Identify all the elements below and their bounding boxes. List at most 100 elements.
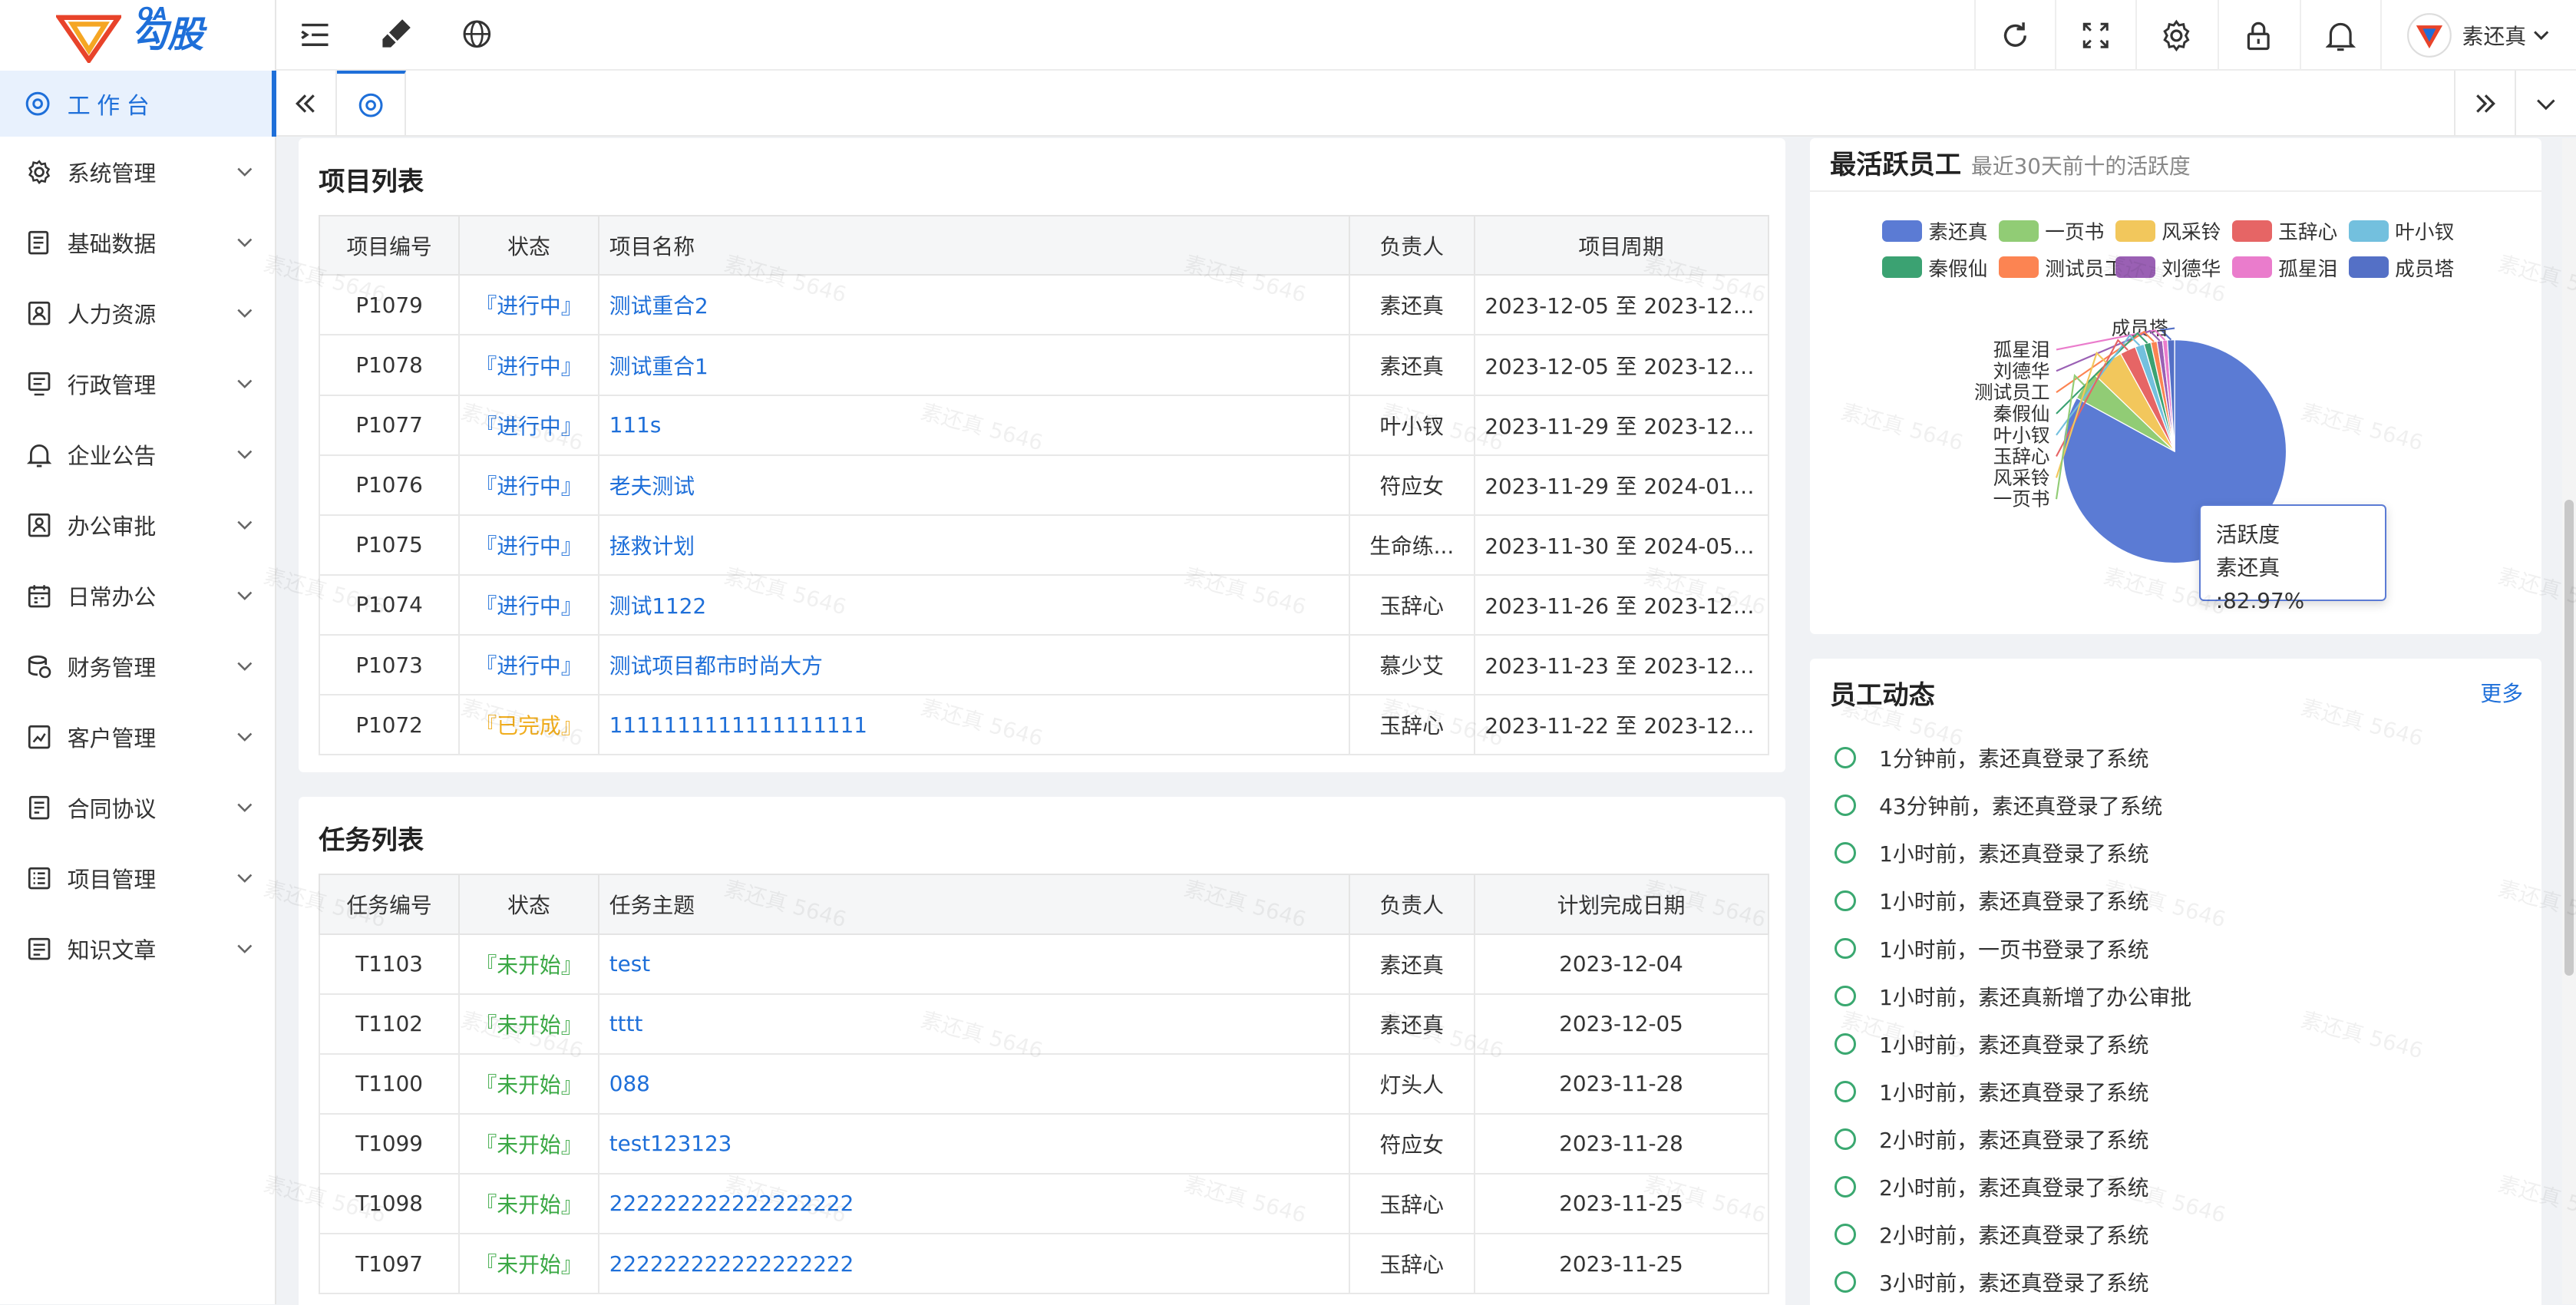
tabs-scroll-right-icon[interactable]	[2454, 71, 2515, 137]
table-row[interactable]: P1078 『进行中』 测试重合1 素还真 2023-12-05 至 2023-12-0…	[319, 334, 1769, 396]
finance-icon	[26, 653, 52, 679]
timeline-dot-icon	[1835, 1223, 1857, 1245]
sidebar-item-2[interactable]: 基础数据	[0, 207, 276, 278]
table-row[interactable]: P1076 『进行中』 老夫测试 符应女 2023-11-29 至 2024-01-06	[319, 454, 1769, 516]
table-row[interactable]: P1072 『已完成』 1111111111111111111 玉辞心 2023-11-…	[319, 694, 1769, 756]
column-header[interactable]: 负责人	[1348, 874, 1475, 935]
activity-item: 2小时前，素还真登录了系统	[1835, 1124, 2149, 1155]
task-subject-link[interactable]: test123123	[597, 1112, 1350, 1174]
sidebar-item-dashboard[interactable]: 工作台	[0, 71, 276, 137]
username: 素还真	[2462, 24, 2527, 49]
project-id: P1073	[319, 634, 461, 696]
activity-text: 3小时前，素还真登录了系统	[1879, 1270, 2149, 1296]
sidebar-item-label: 财务管理	[67, 654, 157, 681]
project-name-link[interactable]: 测试重合1	[597, 334, 1350, 396]
column-header[interactable]: 负责人	[1348, 215, 1475, 276]
tooltip-value: 素还真 :82.97%	[2215, 554, 2305, 613]
project-period: 2023-11-30 至 2024-05-30	[1473, 514, 1769, 576]
sidebar-item-11[interactable]: 项目管理	[0, 843, 276, 914]
column-header[interactable]: 状态	[458, 215, 599, 276]
task-list-title: 任务列表	[319, 824, 424, 856]
project-id: P1075	[319, 514, 461, 576]
table-row[interactable]: P1077 『进行中』 111s 叶小钗 2023-11-29 至 2023-12-30	[319, 394, 1769, 456]
project-table: 项目编号 状态 项目名称 负责人 项目周期 P1079 『进行中』 测试重合2 素还真 2023…	[319, 215, 1769, 756]
task-id: T1102	[319, 993, 461, 1055]
column-header[interactable]: 计划完成日期	[1473, 874, 1769, 935]
table-row[interactable]: T1099 『未开始』 test123123 符应女 2023-11-28	[319, 1112, 1769, 1174]
table-row[interactable]: T1102 『未开始』 tttt 素还真 2023-12-05	[319, 993, 1769, 1055]
project-name-link[interactable]: 测试重合2	[597, 274, 1350, 336]
column-header[interactable]: 任务编号	[319, 874, 461, 935]
task-subject-link[interactable]: 222222222222222222	[597, 1233, 1350, 1295]
notification-bell-icon[interactable]	[2299, 0, 2380, 71]
top-bar: 素还真	[276, 0, 2576, 71]
sidebar-item-1[interactable]: 系统管理	[0, 137, 276, 207]
sidebar-item-label: 知识文章	[67, 937, 157, 963]
tab-dashboard[interactable]	[336, 71, 406, 137]
activity-item: 1小时前，素还真登录了系统	[1835, 1076, 2149, 1107]
sidebar-item-4[interactable]: 行政管理	[0, 349, 276, 419]
status-badge: 『进行中』	[458, 514, 599, 576]
project-name-link[interactable]: 测试项目都市时尚大方	[597, 634, 1350, 696]
table-row[interactable]: T1100 『未开始』 088 灯头人 2023-11-28	[319, 1052, 1769, 1115]
menu-fold-icon[interactable]	[299, 18, 332, 58]
table-row[interactable]: P1073 『进行中』 测试项目都市时尚大方 慕少艾 2023-11-23 至 2023…	[319, 634, 1769, 696]
brush-icon[interactable]	[378, 16, 414, 59]
column-header[interactable]: 项目名称	[597, 215, 1350, 276]
chart-tooltip: 活跃度 素还真 :82.97%	[2199, 504, 2387, 613]
fullscreen-icon[interactable]	[2055, 0, 2135, 71]
lock-icon[interactable]	[2217, 0, 2298, 71]
project-name-link[interactable]: 老夫测试	[597, 454, 1350, 516]
sidebar-item-8[interactable]: 财务管理	[0, 631, 276, 702]
project-period: 2023-11-22 至 2023-12-31	[1473, 694, 1769, 756]
column-header[interactable]: 项目周期	[1473, 215, 1769, 276]
active-staff-subtitle: 最近30天前十的活跃度	[1970, 154, 2191, 180]
contract-icon	[26, 795, 52, 821]
logo[interactable]: OA 勾股	[0, 0, 276, 71]
task-subject-link[interactable]: test	[597, 933, 1350, 995]
timeline-dot-icon	[1835, 890, 1857, 912]
project-name-link[interactable]: 拯救计划	[597, 514, 1350, 576]
column-header[interactable]: 状态	[458, 874, 599, 935]
project-name-link[interactable]: 111s	[597, 394, 1350, 456]
task-subject-link[interactable]: tttt	[597, 993, 1350, 1055]
user-menu[interactable]: 素还真	[2379, 0, 2576, 71]
table-row[interactable]: P1075 『进行中』 拯救计划 生命练... 2023-11-30 至 2024-05…	[319, 514, 1769, 576]
activity-item: 1小时前，素还真登录了系统	[1835, 885, 2149, 916]
status-badge: 『进行中』	[458, 274, 599, 336]
project-name-link[interactable]: 测试1122	[597, 573, 1350, 636]
sidebar-item-label: 合同协议	[67, 795, 157, 822]
sidebar-item-7[interactable]: 日常办公	[0, 560, 276, 631]
table-row[interactable]: T1103 『未开始』 test 素还真 2023-12-04	[319, 933, 1769, 995]
project-id: P1077	[319, 394, 461, 456]
table-row[interactable]: P1074 『进行中』 测试1122 玉辞心 2023-11-26 至 2023-12-…	[319, 573, 1769, 636]
column-header[interactable]: 任务主题	[597, 874, 1350, 935]
slice-label: 秦假仙	[1993, 403, 2050, 425]
project-period: 2023-11-26 至 2023-12-27	[1473, 573, 1769, 636]
settings-gear-icon[interactable]	[2135, 0, 2216, 71]
tabs-scroll-left-icon[interactable]	[276, 71, 337, 137]
gear-icon	[26, 159, 52, 185]
project-name-link[interactable]: 1111111111111111111	[597, 694, 1350, 756]
task-subject-link[interactable]: 222222222222222222	[597, 1172, 1350, 1235]
scrollbar[interactable]	[2562, 137, 2576, 1305]
task-subject-link[interactable]: 088	[597, 1052, 1350, 1115]
activity-more-link[interactable]: 更多	[2480, 677, 2523, 708]
table-row[interactable]: P1079 『进行中』 测试重合2 素还真 2023-12-05 至 2023-12-0…	[319, 274, 1769, 336]
owner: 慕少艾	[1348, 634, 1475, 696]
sidebar-item-9[interactable]: 客户管理	[0, 702, 276, 772]
table-row[interactable]: T1097 『未开始』 222222222222222222 玉辞心 2023-11-2…	[319, 1233, 1769, 1295]
sidebar-item-5[interactable]: 企业公告	[0, 419, 276, 490]
sidebar-item-label: 行政管理	[67, 372, 157, 398]
column-header[interactable]: 项目编号	[319, 215, 461, 276]
sidebar-item-3[interactable]: 人力资源	[0, 278, 276, 349]
sidebar-item-12[interactable]: 知识文章	[0, 914, 276, 984]
person-icon	[26, 300, 52, 326]
refresh-icon[interactable]	[1974, 0, 2055, 71]
sidebar-item-6[interactable]: 办公审批	[0, 490, 276, 560]
sidebar-item-10[interactable]: 合同协议	[0, 772, 276, 843]
table-row[interactable]: T1098 『未开始』 222222222222222222 玉辞心 2023-11-2…	[319, 1172, 1769, 1235]
globe-icon[interactable]	[461, 18, 493, 57]
tabs-menu-chevron-down-icon[interactable]	[2515, 71, 2575, 137]
scrollbar-thumb[interactable]	[2564, 499, 2574, 976]
